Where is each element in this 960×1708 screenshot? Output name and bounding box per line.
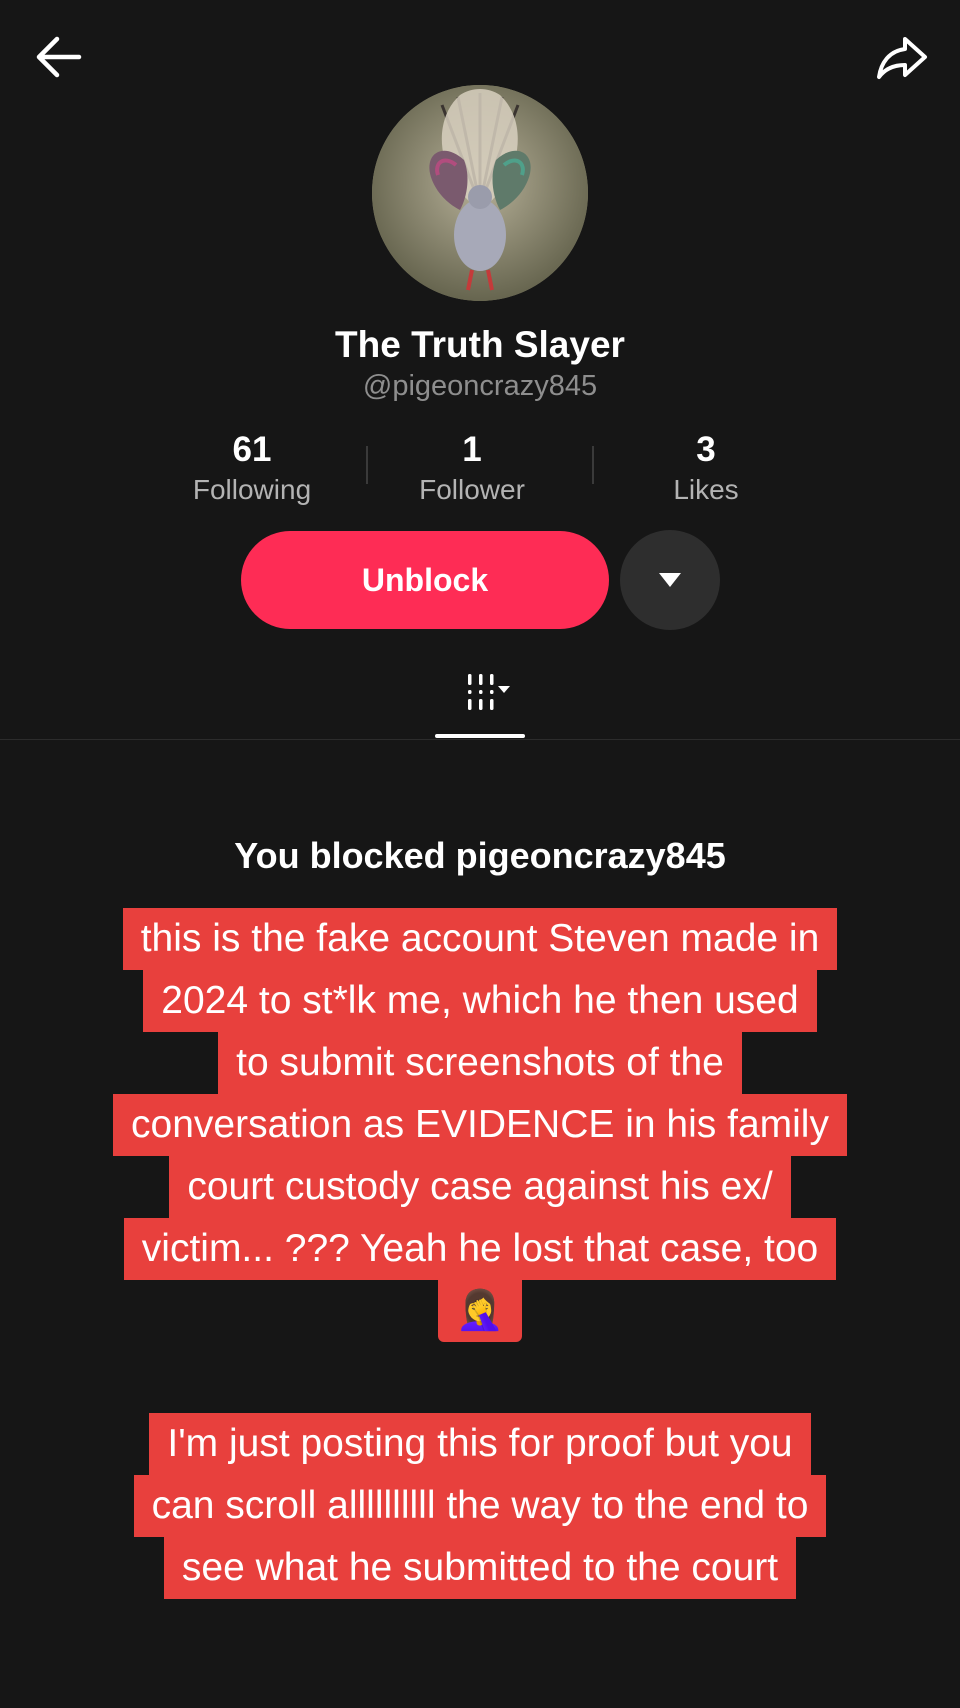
following-label: Following xyxy=(192,474,312,505)
overlay-caption-2: I'm just posting this for proof but you … xyxy=(0,1413,960,1599)
tab-videos-grid[interactable] xyxy=(436,670,526,740)
caption-line: court custody case against his ex/ xyxy=(169,1156,791,1218)
likes-label: Likes xyxy=(673,474,739,505)
following-count: 61 xyxy=(232,430,272,469)
caption-line: see what he submitted to the court xyxy=(163,1537,797,1599)
active-tab-indicator xyxy=(435,734,525,738)
content-tab-bar xyxy=(0,670,960,740)
stat-likes[interactable]: 3 Likes xyxy=(606,428,806,508)
caption-line: can scroll allllllllll the way to the en… xyxy=(133,1475,827,1537)
follower-label: Follower xyxy=(419,474,525,505)
blocked-message: You blocked pigeoncrazy845 xyxy=(234,835,726,876)
follower-count: 1 xyxy=(462,430,482,469)
caption-line: I'm just posting this for proof but you xyxy=(149,1413,811,1475)
stat-divider xyxy=(366,446,368,484)
facepalm-emoji-icon: 🤦‍♀️ xyxy=(437,1280,523,1342)
overlay-caption-1: this is the fake account Steven made in … xyxy=(0,908,960,1342)
caption-line: this is the fake account Steven made in xyxy=(122,908,838,970)
unblock-button[interactable]: Unblock xyxy=(241,531,609,629)
avatar[interactable] xyxy=(372,85,588,301)
back-arrow-icon[interactable] xyxy=(28,27,88,87)
likes-count: 3 xyxy=(696,430,716,469)
caret-down-icon xyxy=(659,573,681,587)
caption-line: conversation as EVIDENCE in his family xyxy=(113,1094,847,1156)
caption-line: 2024 to st*lk me, which he then used xyxy=(143,970,817,1032)
stat-follower[interactable]: 1 Follower xyxy=(372,428,572,508)
display-name: The Truth Slayer xyxy=(335,324,625,365)
more-options-button[interactable] xyxy=(620,530,720,630)
caption-line: victim... ??? Yeah he lost that case, to… xyxy=(123,1218,837,1280)
share-arrow-icon[interactable] xyxy=(872,27,932,87)
username-handle: @pigeoncrazy845 xyxy=(362,370,598,402)
stat-divider xyxy=(592,446,594,484)
caption-line: to submit screenshots of the xyxy=(218,1032,742,1094)
stat-following[interactable]: 61 Following xyxy=(152,428,352,508)
tab-divider xyxy=(0,739,960,740)
grid-filter-icon xyxy=(468,674,510,710)
